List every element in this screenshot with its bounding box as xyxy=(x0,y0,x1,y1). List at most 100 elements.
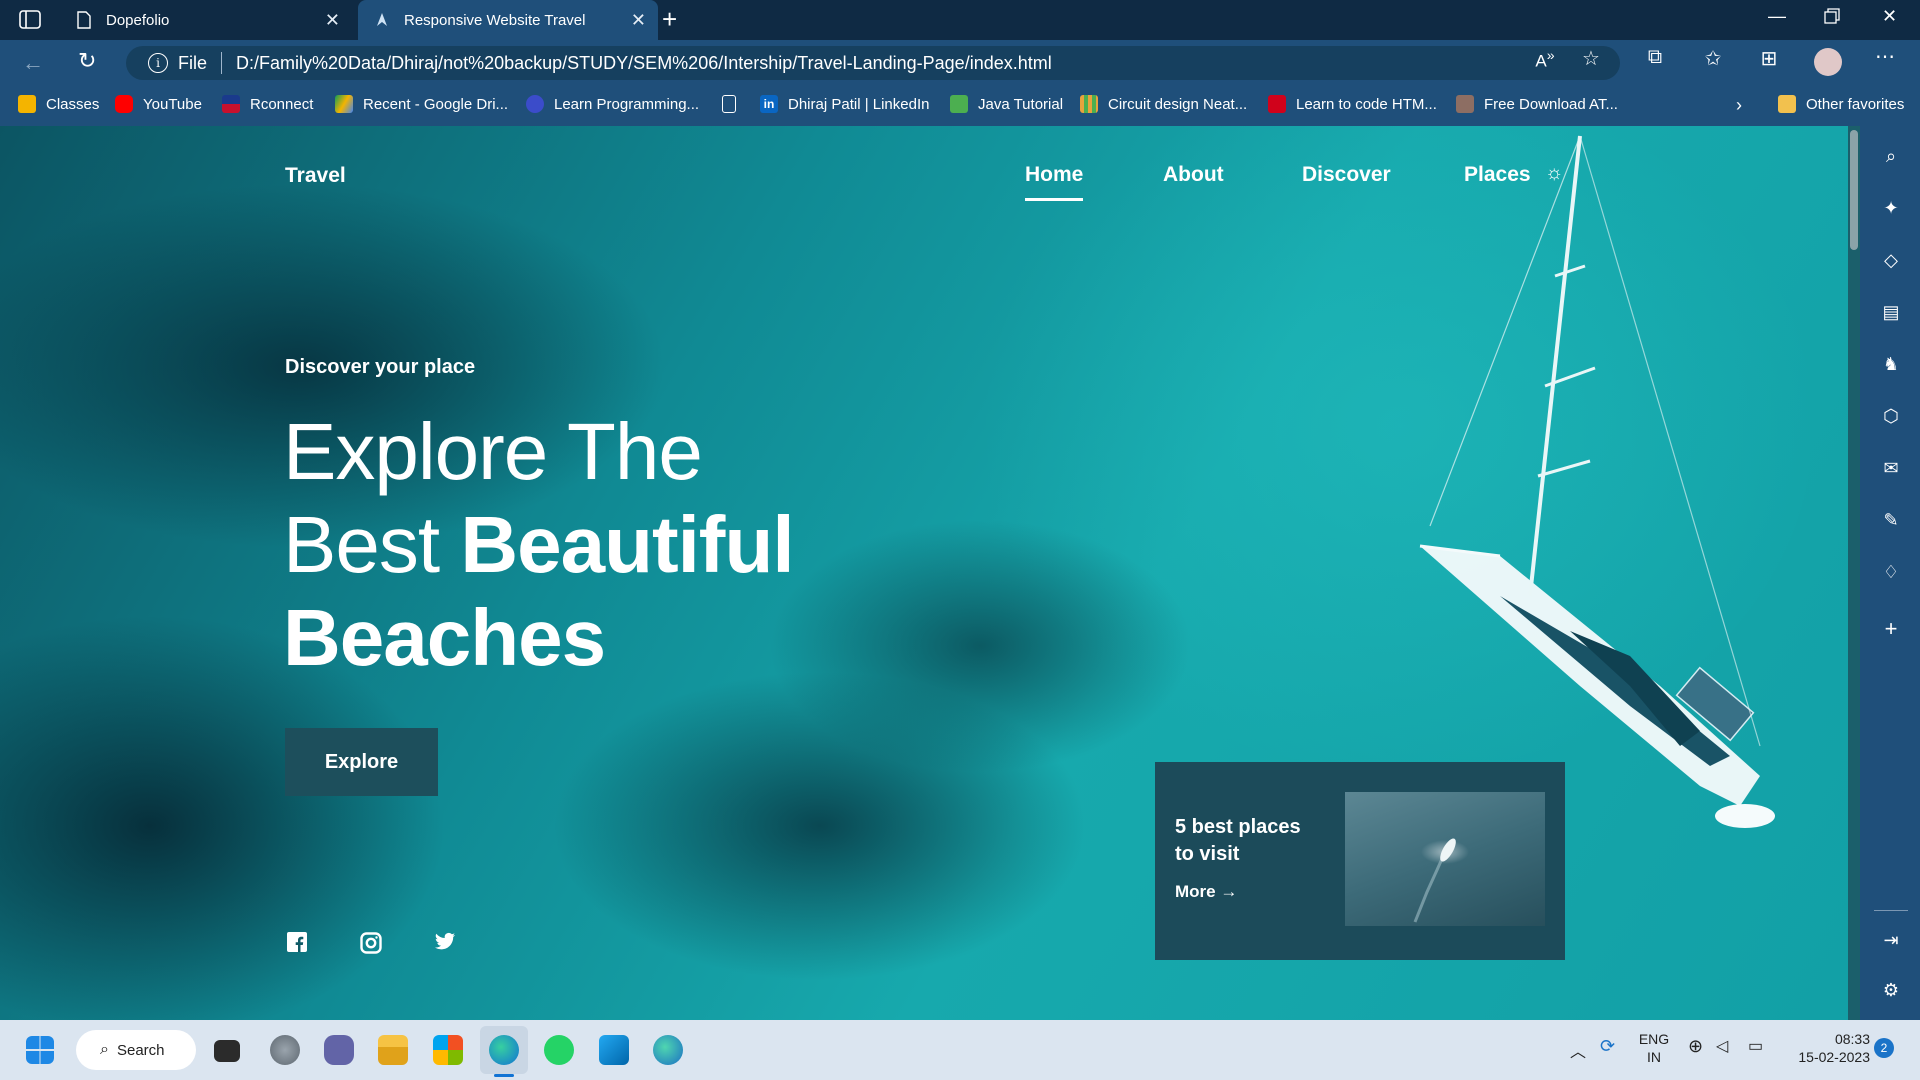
back-button[interactable]: ← xyxy=(22,50,44,76)
hero-heading-line-3: Beaches xyxy=(283,593,606,682)
card-more-link[interactable]: More → xyxy=(1175,882,1237,902)
more-favorites-chevron-icon[interactable]: › xyxy=(1736,95,1742,116)
search-label: Search xyxy=(116,1041,165,1059)
nav-discover[interactable]: Discover xyxy=(1302,163,1391,187)
hero-heading-line-2: Best Beautiful xyxy=(283,499,795,591)
drop-icon[interactable]: ✎ xyxy=(1880,510,1902,532)
clock[interactable]: 08:33 15-02-2023 xyxy=(1780,1030,1870,1066)
teams-chat-icon[interactable] xyxy=(324,1035,354,1065)
office-icon[interactable]: ⬡ xyxy=(1880,406,1902,428)
close-window-button[interactable]: ✕ xyxy=(1882,6,1897,27)
fav-learn-html[interactable]: Learn to code HTM... xyxy=(1268,95,1437,113)
tab-label: Responsive Website Travel xyxy=(404,11,586,29)
nav-about[interactable]: About xyxy=(1163,163,1224,187)
windows-start-icon[interactable] xyxy=(26,1036,54,1064)
instagram-icon[interactable] xyxy=(360,932,382,954)
fav-untitled[interactable] xyxy=(722,95,746,113)
settings-gear-icon[interactable]: ⚙ xyxy=(1880,980,1902,1002)
vscode-icon[interactable] xyxy=(599,1035,629,1065)
best-places-card[interactable]: 5 best places to visit More → xyxy=(1155,762,1565,960)
tools-icon[interactable]: ▤ xyxy=(1880,302,1902,324)
active-nav-indicator xyxy=(1025,198,1083,201)
notification-badge[interactable]: 2 xyxy=(1874,1038,1894,1058)
windows-taskbar: ⌕ Search ︿ ⟳ ENG IN ⊕ ◁ ▭ 08:33 15-02-2023 … xyxy=(0,1020,1920,1080)
edge-dev-icon[interactable] xyxy=(653,1035,683,1065)
discover-icon[interactable]: ✦ xyxy=(1880,198,1902,220)
edge-sidebar: ⌕ ✦ ◇ ▤ ♞ ⬡ ✉ ✎ ♢ + ⇥ ⚙ xyxy=(1860,126,1920,1020)
fav-linkedin[interactable]: in Dhiraj Patil | LinkedIn xyxy=(760,95,929,113)
fav-label: Other favorites xyxy=(1806,95,1905,113)
active-indicator xyxy=(494,1074,514,1077)
close-icon[interactable]: ✕ xyxy=(325,10,340,31)
tab-dopefolio[interactable]: Dopefolio ✕ xyxy=(60,0,352,40)
refresh-button[interactable]: ↻ xyxy=(78,48,96,74)
tab-travel[interactable]: Responsive Website Travel ✕ xyxy=(358,0,658,40)
show-hidden-icons-chevron-icon[interactable]: ︿ xyxy=(1570,1038,1586,1062)
notification-icon[interactable]: ♢ xyxy=(1880,562,1902,584)
add-favorite-icon[interactable]: ☆ xyxy=(1578,46,1604,72)
volume-icon[interactable]: ◁ xyxy=(1716,1036,1728,1056)
fav-label: Java Tutorial xyxy=(978,95,1064,113)
fav-rconnect[interactable]: Rconnect xyxy=(222,95,313,113)
close-icon[interactable]: ✕ xyxy=(631,10,646,31)
add-sidebar-app-icon[interactable]: + xyxy=(1880,616,1902,641)
network-globe-icon[interactable]: ⊕ xyxy=(1688,1036,1703,1057)
fav-circuit-design[interactable]: Circuit design Neat... xyxy=(1080,95,1247,113)
region-code: IN xyxy=(1647,1049,1661,1065)
other-favorites[interactable]: Other favorites xyxy=(1778,95,1904,113)
divider xyxy=(1874,910,1908,911)
edge-beta-icon[interactable] xyxy=(270,1035,300,1065)
page-scrollbar[interactable] xyxy=(1848,126,1860,1020)
shopping-tag-icon[interactable]: ◇ xyxy=(1880,250,1902,272)
programming-icon xyxy=(526,95,544,113)
explore-button[interactable]: Explore xyxy=(285,728,438,796)
favorites-icon[interactable]: ✩ xyxy=(1700,46,1726,72)
more-menu-icon[interactable]: ⋯ xyxy=(1872,44,1898,70)
minimize-button[interactable]: — xyxy=(1768,6,1786,27)
battery-icon[interactable]: ▭ xyxy=(1748,1036,1763,1056)
fav-label: Dhiraj Patil | LinkedIn xyxy=(788,95,930,113)
read-aloud-icon[interactable]: A» xyxy=(1532,48,1558,74)
twitter-icon[interactable] xyxy=(434,932,456,954)
sailboat-image xyxy=(1419,135,1775,828)
task-view-icon[interactable] xyxy=(214,1040,240,1062)
fav-label: Free Download AT... xyxy=(1484,95,1618,113)
search-icon[interactable]: ⌕ xyxy=(1880,146,1902,168)
fav-learn-programming[interactable]: Learn Programming... xyxy=(526,95,699,113)
hide-sidebar-icon[interactable]: ⇥ xyxy=(1880,930,1902,952)
page-icon xyxy=(74,10,94,30)
circuit-icon xyxy=(1080,95,1098,113)
nav-home[interactable]: Home xyxy=(1025,163,1083,187)
site-logo[interactable]: Travel xyxy=(285,164,346,188)
new-tab-button[interactable]: + xyxy=(662,4,677,35)
restore-button[interactable] xyxy=(1824,8,1840,29)
taskbar-search-button[interactable]: ⌕ Search xyxy=(76,1030,196,1070)
collections-icon[interactable]: ⊞ xyxy=(1756,46,1782,72)
fav-label: Recent - Google Dri... xyxy=(363,95,509,113)
fav-classes[interactable]: Classes xyxy=(18,95,99,113)
fav-youtube[interactable]: YouTube xyxy=(115,95,202,113)
scrollbar-thumb[interactable] xyxy=(1850,130,1858,250)
extensions-icon[interactable]: ⧉ xyxy=(1642,46,1668,72)
outlook-icon[interactable]: ✉ xyxy=(1880,458,1902,480)
profile-avatar[interactable] xyxy=(1814,48,1842,76)
whatsapp-icon[interactable] xyxy=(544,1035,574,1065)
nav-places[interactable]: Places xyxy=(1464,163,1531,187)
address-bar[interactable]: i File D:/Family%20Data/Dhiraj/not%20bac… xyxy=(126,46,1620,80)
sync-icon[interactable]: ⟳ xyxy=(1600,1036,1615,1057)
file-explorer-icon[interactable] xyxy=(378,1035,408,1065)
microsoft-store-icon[interactable] xyxy=(433,1035,463,1065)
fav-label: Classes xyxy=(46,95,100,113)
games-icon[interactable]: ♞ xyxy=(1880,354,1902,376)
fav-google-drive[interactable]: Recent - Google Dri... xyxy=(335,95,508,113)
info-icon[interactable]: i xyxy=(148,53,168,73)
facebook-icon[interactable] xyxy=(286,932,308,954)
theme-toggle-sun-icon[interactable]: ☼ xyxy=(1545,162,1563,185)
download-site-icon xyxy=(1456,95,1474,113)
edge-browser-icon[interactable] xyxy=(489,1035,519,1065)
language-indicator[interactable]: ENG IN xyxy=(1636,1030,1672,1066)
tab-actions-icon[interactable] xyxy=(18,8,44,32)
fav-java-tutorial[interactable]: Java Tutorial xyxy=(950,95,1063,113)
java-icon xyxy=(950,95,968,113)
fav-free-download[interactable]: Free Download AT... xyxy=(1456,95,1618,113)
